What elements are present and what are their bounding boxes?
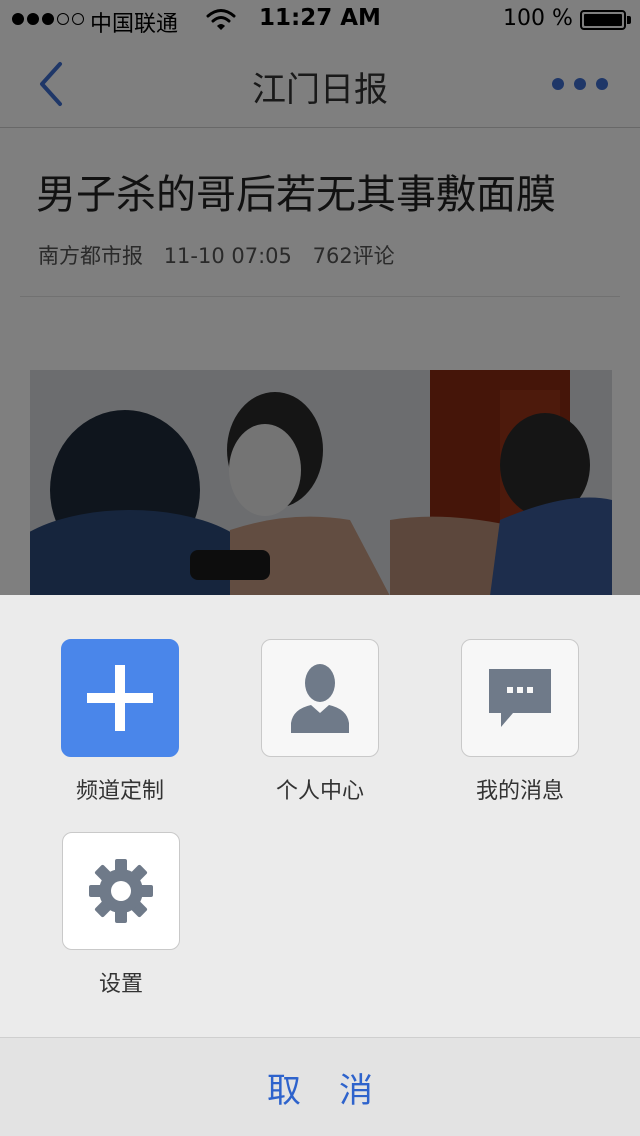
action-sheet: 频道定制 个人中心 我的消息 设置 取消 [0,595,640,1136]
cancel-button[interactable]: 取消 [0,1038,640,1136]
menu-item-settings[interactable]: 设置 [41,832,201,998]
menu-item-label: 个人中心 [275,779,364,804]
user-icon [261,639,379,757]
menu-item-my-messages[interactable]: 我的消息 [440,639,600,805]
menu-item-channel-customize[interactable]: 频道定制 [40,639,200,805]
menu-item-label: 我的消息 [475,779,564,804]
menu-item-label: 设置 [98,972,143,997]
gear-icon [62,832,180,950]
screen: 中国联通 11:27 AM 100 % 江门日报 男子杀的哥后若 [0,0,640,1136]
plus-icon [61,639,179,757]
menu-item-personal-center[interactable]: 个人中心 [240,639,400,805]
dim-overlay[interactable] [0,0,640,595]
message-icon [461,639,579,757]
menu-item-label: 频道定制 [75,779,164,804]
